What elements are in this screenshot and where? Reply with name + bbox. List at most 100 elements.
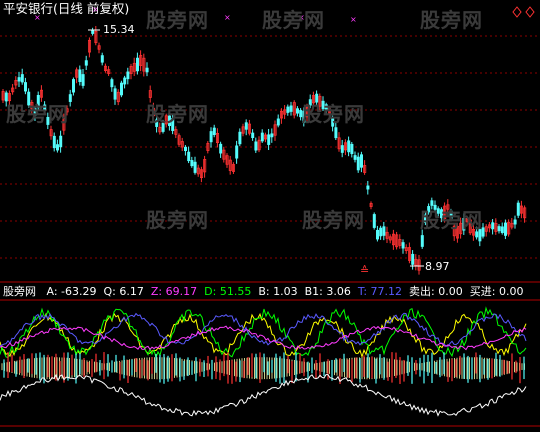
candle-body (78, 69, 82, 82)
candle-body (244, 122, 248, 130)
indicator-field: T: 77.12 (358, 285, 402, 298)
indicator-field-label: A: (46, 285, 62, 298)
watermark-text: 股旁网 (262, 8, 325, 32)
candle-body (411, 253, 415, 265)
candle-body (91, 29, 95, 34)
indicator-field-value: 1.03 (273, 285, 298, 298)
indicator-field-label: T: (357, 285, 371, 298)
candle-body (382, 226, 386, 236)
candle-body (366, 185, 370, 190)
candle-body (17, 77, 21, 82)
candle-body (212, 127, 216, 135)
candle-body (183, 146, 187, 151)
indicator-field-value: 77.12 (370, 285, 403, 298)
candle-body (334, 127, 338, 139)
candle-body (238, 131, 242, 145)
candle-body (340, 145, 344, 153)
candle-body (209, 131, 213, 143)
diamond-outline-icon[interactable] (512, 6, 536, 18)
candle-body (516, 202, 520, 216)
watermark-text: 股旁网 (420, 8, 483, 32)
watermark-text: 股旁网 (146, 8, 209, 32)
candle-body (254, 141, 258, 151)
candle-body (401, 242, 405, 249)
candle-body (276, 118, 280, 126)
indicator-field-label: Z: (150, 285, 166, 298)
candle-body (500, 226, 504, 233)
indicator-field-label: D: (204, 285, 220, 298)
candle-body (289, 105, 293, 112)
candle-body (286, 106, 290, 113)
candle-body (350, 143, 354, 155)
indicator-line-t (0, 312, 527, 347)
watermark-text: 股旁网 (302, 208, 365, 232)
candle-body (145, 67, 149, 73)
indicator-field-label: 卖出: (409, 285, 439, 298)
indicator-field: 买进: 0.00 (470, 285, 524, 298)
candle-body (379, 227, 383, 237)
indicator-field: Z: 69.17 (151, 285, 197, 298)
candle-body (110, 79, 114, 88)
candle-body (359, 154, 363, 168)
candle-body (81, 74, 85, 86)
candle-body (513, 219, 517, 225)
candle-body (497, 226, 501, 232)
indicator-field: Q: 6.17 (104, 285, 144, 298)
indicator-field-value: 3.06 (326, 285, 351, 298)
indicator-field-value: -63.29 (61, 285, 97, 298)
candle-body (20, 74, 24, 83)
candle-body (72, 79, 76, 93)
indicator-field: D: 51.55 (204, 285, 251, 298)
chart-title: 平安银行(日线 前复权) (3, 1, 130, 16)
watermark-text: 股旁网 (146, 102, 209, 126)
indicator-line-d (0, 306, 527, 360)
candle-body (187, 151, 191, 162)
candle-body (120, 82, 124, 96)
indicator-field: B1: 3.06 (305, 285, 351, 298)
indicator-field-label: Q: (103, 285, 120, 298)
indicator-field: 卖出: 0.00 (409, 285, 463, 298)
signal-marker: × (224, 13, 231, 22)
candle-body (135, 57, 139, 72)
indicator-line-a (0, 373, 527, 417)
candle-body (123, 77, 127, 85)
candle-body (420, 235, 424, 247)
candle-body (23, 82, 27, 92)
candle-body (347, 140, 351, 153)
signal-mark: ≙ (360, 264, 370, 277)
candle-body (356, 156, 360, 171)
indicator-field-label: 买进: (469, 285, 499, 298)
indicator-field: A: -63.29 (47, 285, 97, 298)
candle-body (100, 55, 104, 63)
candle-body (235, 145, 239, 159)
candle-body (59, 135, 63, 148)
candle-body (375, 229, 379, 240)
candle-body (126, 71, 130, 80)
watermark-text: 股旁网 (146, 208, 209, 232)
candle-body (193, 161, 197, 173)
indicator-field-label: B1: (304, 285, 327, 298)
indicator-header: 股旁网 A: -63.29 Q: 6.17 Z: 69.17 D: 51.55 B: 1… (3, 285, 523, 298)
indicator-field: B: 1.03 (258, 285, 297, 298)
indicator-field-value: 69.17 (165, 285, 198, 298)
candle-body (270, 133, 274, 138)
candle-body (503, 222, 507, 236)
indicator-field-value: 0.00 (438, 285, 463, 298)
indicator-field-value: 51.55 (219, 285, 252, 298)
candle-body (260, 132, 264, 142)
low-price-label: 8.97 (425, 260, 450, 273)
stock-chart[interactable]: × × × × × 平安银行(日线 前复权) 15.34 8.97 ≙ 股旁网 A: -… (0, 0, 540, 428)
high-price-label: 15.34 (103, 23, 135, 36)
indicator-fields: A: -63.29 Q: 6.17 Z: 69.17 D: 51.55 B: 1.03 B… (40, 285, 524, 298)
signal-marker: × (350, 15, 357, 24)
watermark-text: 股旁网 (6, 102, 69, 126)
indicator-field-value: 6.17 (119, 285, 144, 298)
candle-body (251, 132, 255, 139)
candle-body (267, 134, 271, 145)
candle-body (491, 222, 495, 230)
indicator-name: 股旁网 (3, 285, 36, 298)
candle-body (353, 155, 357, 160)
nav-icons (512, 3, 536, 22)
indicator-field-label: B: (258, 285, 274, 298)
candle-body (113, 88, 117, 100)
